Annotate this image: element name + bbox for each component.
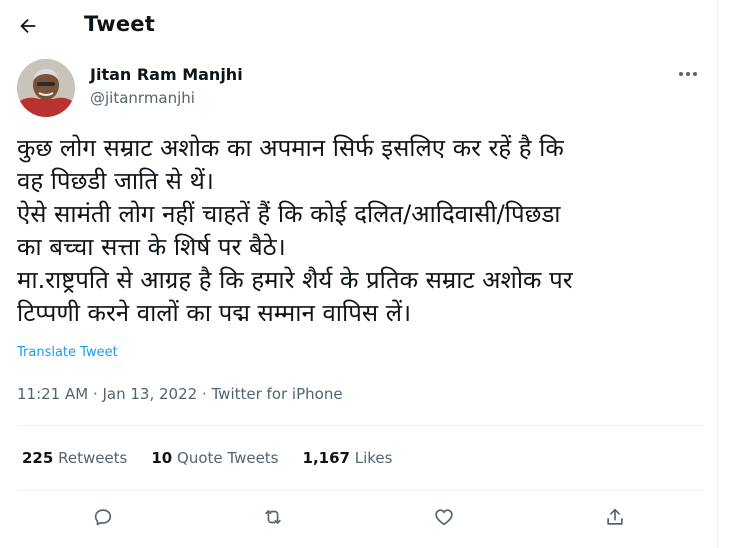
tweet-line: वह पिछडी जाति से थें। <box>17 167 214 195</box>
retweets-stat[interactable]: 225 Retweets <box>22 449 127 467</box>
heart-icon <box>435 509 453 526</box>
more-options-button[interactable] <box>674 62 702 86</box>
likes-count: 1,167 <box>302 449 350 467</box>
like-button[interactable] <box>427 500 461 534</box>
likes-stat[interactable]: 1,167 Likes <box>303 449 393 467</box>
quote-tweets-stat[interactable]: 10 Quote Tweets <box>151 449 278 467</box>
tweet-text: कुछ लोग सम्राट अशोक का अपमान सिर्फ इसलिए… <box>17 132 707 330</box>
retweet-button[interactable] <box>256 500 290 534</box>
avatar-image <box>17 59 75 117</box>
share-button[interactable] <box>598 500 632 534</box>
tweet-detail-panel: Tweet Jitan Ram Manjhi @jitanrmanjhi कुछ… <box>0 0 718 548</box>
more-horizontal-icon <box>679 72 683 76</box>
tweet-line: का बच्चा सत्ता के शिर्ष पर बैठे। <box>17 233 286 261</box>
author-name[interactable]: Jitan Ram Manjhi <box>90 65 243 84</box>
quote-tweets-count: 10 <box>151 449 173 467</box>
avatar[interactable] <box>17 59 75 117</box>
reply-icon <box>94 509 112 526</box>
share-icon <box>607 508 623 525</box>
retweets-count: 225 <box>22 449 54 467</box>
retweet-icon <box>265 510 281 524</box>
retweets-label: Retweets <box>58 449 128 467</box>
tweet-line: टिप्पणी करने वालों का पद्म सम्मान वापिस … <box>17 299 412 327</box>
translate-tweet-link[interactable]: Translate Tweet <box>17 345 118 360</box>
tweet-line: कुछ लोग सम्राट अशोक का अपमान सिर्फ इसलिए… <box>17 134 564 162</box>
header: Tweet <box>0 0 718 52</box>
likes-label: Likes <box>354 449 393 467</box>
divider <box>17 490 705 491</box>
page-title: Tweet <box>84 12 155 36</box>
tweet-line: मा.राष्ट्रपति से आग्रह है कि हमारे शैर्य… <box>17 266 573 294</box>
divider <box>17 425 705 426</box>
reply-button[interactable] <box>86 500 120 534</box>
tweet-timestamp[interactable]: 11:21 AM · Jan 13, 2022 · Twitter for iP… <box>17 385 343 403</box>
engagement-stats: 225 Retweets 10 Quote Tweets 1,167 Likes <box>22 449 392 467</box>
action-bar <box>0 500 718 540</box>
author-handle[interactable]: @jitanrmanjhi <box>90 89 195 107</box>
arrow-left-icon <box>20 18 36 34</box>
tweet-line: ऐसे सामंती लोग नहीं चाहतें हैं कि कोई दल… <box>17 200 561 228</box>
back-button[interactable] <box>10 8 46 44</box>
quote-tweets-label: Quote Tweets <box>177 449 279 467</box>
